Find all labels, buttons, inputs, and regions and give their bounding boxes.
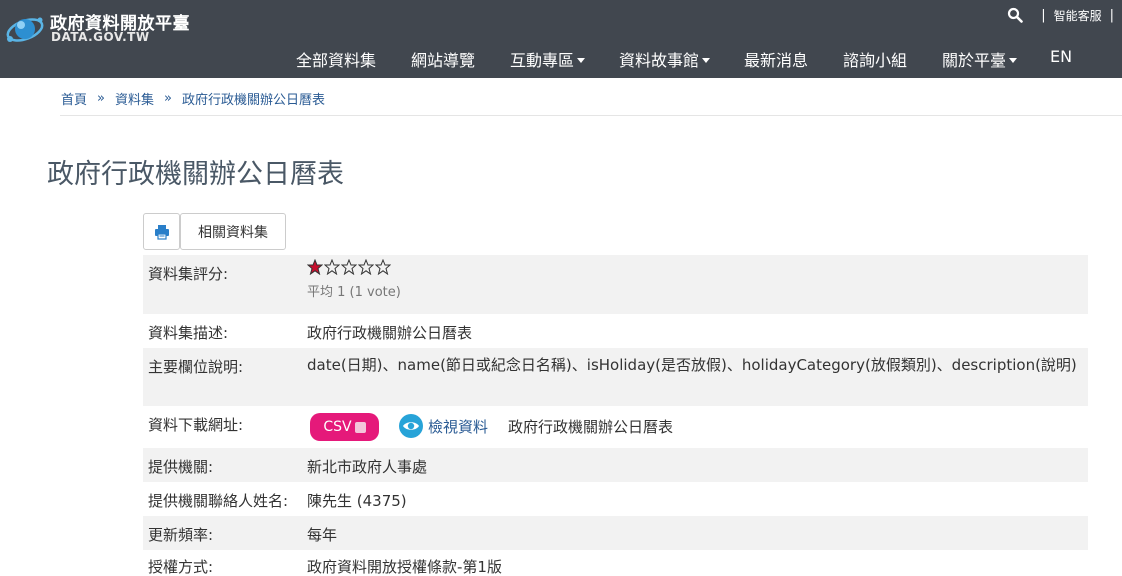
related-datasets-button[interactable]: 相關資料集: [180, 213, 286, 250]
fields-label: 主要欄位說明:: [148, 358, 244, 376]
breadcrumb: 首頁 » 資料集 » 政府行政機關辦公日曆表: [61, 89, 325, 108]
nav-label: EN: [1050, 47, 1073, 66]
utility-separator: |: [1109, 7, 1114, 23]
breadcrumb-datasets[interactable]: 資料集: [115, 89, 154, 108]
description-label: 資料集描述:: [148, 324, 229, 342]
star-empty-icon[interactable]: [358, 259, 374, 275]
caret-down-icon: [702, 57, 711, 63]
provider-label: 提供機關:: [148, 458, 214, 476]
caret-down-icon: [1009, 57, 1018, 63]
print-button[interactable]: [143, 213, 180, 250]
star-empty-icon[interactable]: [341, 259, 357, 275]
breadcrumb-separator: »: [97, 91, 105, 106]
nav-label: 諮詢小組: [843, 51, 908, 70]
star-filled-icon[interactable]: [307, 259, 323, 275]
star-rating[interactable]: [307, 259, 391, 275]
nav-label: 全部資料集: [296, 51, 377, 70]
fields-row: 主要欄位說明: date(日期)、name(節日或紀念日名稱)、isHolida…: [143, 348, 1088, 406]
breadcrumb-current: 政府行政機關辦公日曆表: [181, 93, 325, 108]
search-icon[interactable]: [1007, 7, 1024, 23]
provider-row: 提供機關: 新北市政府人事處: [143, 448, 1088, 482]
download-row: 資料下載網址: CSV 檢視資料 政府行政機關辦公日曆表: [143, 406, 1088, 448]
smart-service-link[interactable]: 智能客服: [1054, 7, 1102, 24]
nav-all-datasets[interactable]: 全部資料集: [296, 47, 376, 71]
rating-average: 平均 1 (1 vote): [307, 285, 401, 300]
nav-label: 網站導覽: [411, 51, 476, 70]
print-icon: [154, 224, 169, 240]
download-label: 資料下載網址:: [148, 416, 244, 434]
nav-site-map[interactable]: 網站導覽: [411, 47, 475, 71]
provider-link[interactable]: 新北市政府人事處: [307, 456, 427, 477]
rating-row: 資料集評分: 平均 1 (1 vote): [143, 255, 1088, 314]
nav-label: 關於平臺: [942, 51, 1007, 70]
nav-english[interactable]: EN: [1050, 47, 1072, 66]
external-link-icon: [354, 421, 366, 433]
contact-value: 陳先生 (4375): [307, 492, 407, 510]
resource-name: 政府行政機關辦公日曆表: [508, 418, 674, 436]
fields-value: date(日期)、name(節日或紀念日名稱)、isHoliday(是否放假)、…: [307, 356, 1077, 374]
rating-label: 資料集評分:: [148, 265, 229, 283]
nav-label: 最新消息: [744, 51, 809, 70]
site-header: 政府資料開放平臺 DATA.GOV.TW | 智能客服 | 全部資料集 網站導覽…: [0, 0, 1122, 78]
contact-label: 提供機關聯絡人姓名:: [148, 492, 289, 510]
star-empty-icon[interactable]: [375, 259, 391, 275]
caret-down-icon: [577, 57, 586, 63]
description-value: 政府行政機關辦公日曆表: [307, 324, 473, 342]
frequency-label: 更新頻率:: [148, 526, 214, 544]
star-empty-icon[interactable]: [324, 259, 340, 275]
nav-interactive[interactable]: 互動專區: [510, 47, 586, 71]
utility-separator: |: [1041, 7, 1046, 23]
brand-subtitle[interactable]: DATA.GOV.TW: [51, 30, 150, 44]
site-logo-icon[interactable]: [4, 8, 46, 50]
nav-label: 互動專區: [510, 51, 575, 70]
nav-about[interactable]: 關於平臺: [942, 47, 1018, 71]
breadcrumb-home[interactable]: 首頁: [61, 89, 87, 108]
license-label: 授權方式:: [148, 558, 214, 576]
frequency-row: 更新頻率: 每年: [143, 516, 1088, 550]
nav-label: 資料故事館: [619, 51, 700, 70]
main-nav: 全部資料集 網站導覽 互動專區 資料故事館 最新消息 諮詢小組 關於平臺 EN: [0, 47, 1122, 71]
license-value: 政府資料開放授權條款-第1版: [307, 558, 502, 576]
breadcrumb-divider: [60, 115, 1122, 116]
page-title: 政府行政機關辦公日曆表: [47, 159, 344, 190]
utility-bar: | 智能客服 |: [1007, 6, 1122, 24]
breadcrumb-separator: »: [164, 91, 172, 106]
description-row: 資料集描述: 政府行政機關辦公日曆表: [143, 314, 1088, 348]
csv-download-button[interactable]: CSV: [310, 413, 379, 441]
contact-row: 提供機關聯絡人姓名: 陳先生 (4375): [143, 482, 1088, 516]
nav-news[interactable]: 最新消息: [744, 47, 808, 71]
frequency-value: 每年: [307, 526, 338, 544]
nav-advisory[interactable]: 諮詢小組: [843, 47, 907, 71]
eye-icon[interactable]: [399, 414, 423, 438]
view-data-link[interactable]: 檢視資料: [428, 416, 488, 437]
csv-format-label: CSV: [323, 419, 352, 435]
license-row: 授權方式: 政府資料開放授權條款-第1版: [143, 550, 1088, 576]
nav-data-stories[interactable]: 資料故事館: [619, 47, 711, 71]
